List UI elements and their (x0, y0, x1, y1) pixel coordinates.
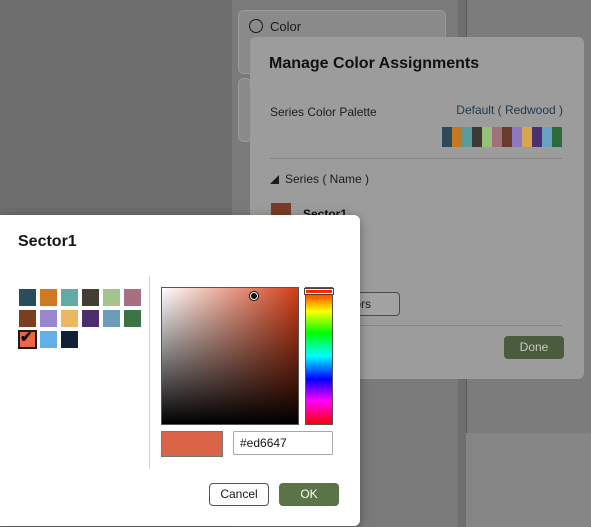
color-swatch[interactable] (61, 289, 78, 306)
color-swatch[interactable] (40, 310, 57, 327)
palette-color-chip (512, 127, 522, 147)
color-picker-dialog: Sector1 ✔ Cancel OK (0, 215, 360, 526)
canvas-footer (466, 433, 591, 527)
dialog-title: Manage Color Assignments (269, 55, 480, 72)
divider (149, 276, 150, 469)
color-swatch[interactable] (19, 310, 36, 327)
swatch-grid: ✔ (18, 289, 141, 349)
picker-title: Sector1 (18, 233, 77, 250)
divider (270, 158, 562, 159)
palette-color-chip (472, 127, 482, 147)
hue-slider[interactable] (305, 287, 333, 425)
color-swatch[interactable] (82, 310, 99, 327)
palette-color-chip (482, 127, 492, 147)
palette-color-chip (492, 127, 502, 147)
palette-color-chip (442, 127, 452, 147)
color-preview (161, 431, 223, 457)
color-swatch[interactable] (124, 310, 141, 327)
color-swatch[interactable] (40, 331, 57, 348)
palette-select[interactable]: Default ( Redwood ) (456, 103, 563, 117)
color-swatch[interactable] (40, 289, 57, 306)
hue-slider-handle[interactable] (305, 289, 333, 294)
palette-preview (442, 127, 562, 147)
saturation-value-cursor[interactable] (250, 292, 258, 300)
series-group-label: Series ( Name ) (285, 172, 370, 186)
palette-color-chip (522, 127, 532, 147)
series-color-palette-label: Series Color Palette (270, 105, 377, 119)
series-group-header[interactable]: Series ( Name ) (270, 172, 369, 186)
palette-color-chip (452, 127, 462, 147)
checkmark-icon: ✔ (20, 329, 33, 346)
color-swatch[interactable] (103, 310, 120, 327)
palette-color-chip (502, 127, 512, 147)
color-swatch[interactable]: ✔ (18, 329, 37, 349)
color-swatch[interactable] (19, 289, 36, 306)
color-swatch[interactable] (61, 310, 78, 327)
color-swatch[interactable] (103, 289, 120, 306)
palette-color-chip (552, 127, 562, 147)
color-property-label: Color (270, 19, 302, 34)
palette-color-chip (462, 127, 472, 147)
ok-button[interactable]: OK (279, 483, 339, 506)
done-button[interactable]: Done (504, 336, 564, 359)
saturation-value-area[interactable] (161, 287, 299, 425)
cancel-button[interactable]: Cancel (209, 483, 269, 506)
palette-color-chip (542, 127, 552, 147)
collapse-triangle-icon (270, 175, 279, 184)
palette-color-chip (532, 127, 542, 147)
color-swatch[interactable] (61, 331, 78, 348)
color-swatch[interactable] (124, 289, 141, 306)
hex-input[interactable] (233, 431, 333, 455)
palette-icon (249, 19, 263, 33)
color-swatch[interactable] (82, 289, 99, 306)
